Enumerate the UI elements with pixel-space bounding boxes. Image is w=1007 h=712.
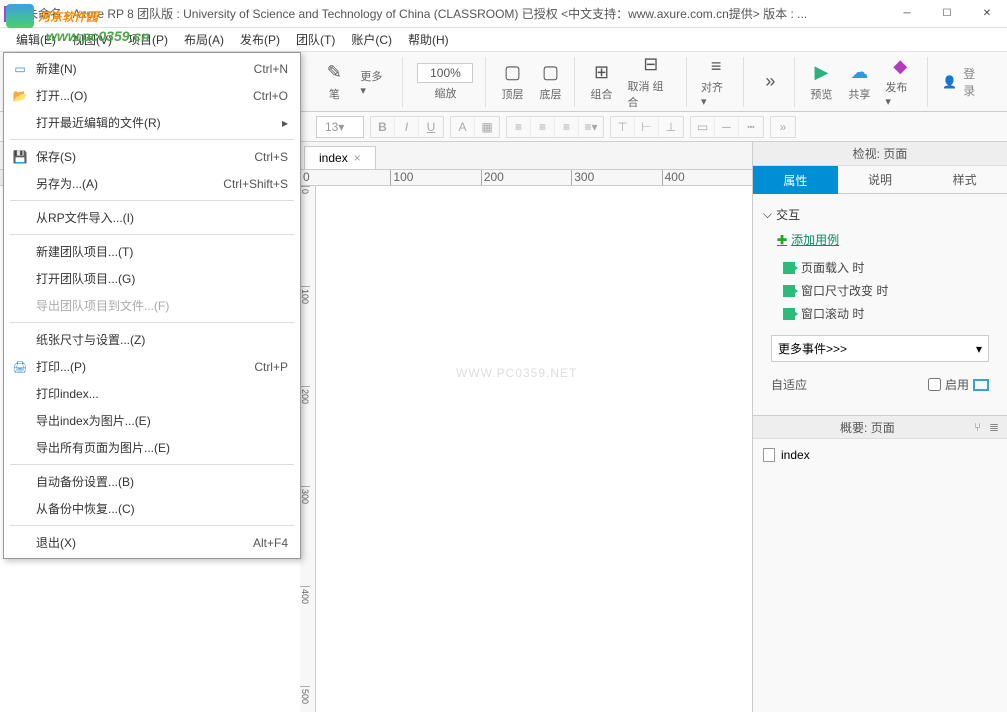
send-back-button[interactable]: ▢底层 <box>532 60 568 104</box>
event-window-resize[interactable]: 窗口尺寸改变 时 <box>763 279 997 302</box>
valign-bot-button[interactable]: ⊥ <box>659 117 683 137</box>
fill-color-button[interactable]: ▦ <box>475 117 499 137</box>
tab-style[interactable]: 样式 <box>922 166 1007 194</box>
add-case-link[interactable]: ✚添加用例 <box>763 227 997 256</box>
sort-icon[interactable]: ≣ <box>989 420 999 434</box>
close-tab-icon[interactable]: × <box>354 151 361 165</box>
format-overflow-button[interactable]: » <box>771 117 795 137</box>
ruler-vertical: 0100200300400500 <box>300 186 316 712</box>
file-menu-item[interactable]: 自动备份设置...(B) <box>6 468 298 495</box>
page-icon <box>763 448 775 462</box>
valign-top-button[interactable]: ⊤ <box>611 117 635 137</box>
file-menu-item[interactable]: 另存为...(A)Ctrl+Shift+S <box>6 170 298 197</box>
file-menu-item[interactable]: 导出index为图片...(E) <box>6 407 298 434</box>
menu-edit[interactable]: 编辑(E) <box>8 28 64 51</box>
inspector-body: ⌵交互 ✚添加用例 页面载入 时 窗口尺寸改变 时 窗口滚动 时 更多事件>>>… <box>753 194 1007 415</box>
inspector-header: 检视: 页面 <box>753 142 1007 166</box>
event-icon <box>783 308 795 320</box>
event-icon <box>783 285 795 297</box>
align-more-button[interactable]: ≡▾ <box>579 117 603 137</box>
outline-item-index[interactable]: index <box>763 445 997 465</box>
event-page-load[interactable]: 页面载入 时 <box>763 256 997 279</box>
file-menu-item[interactable]: 💾保存(S)Ctrl+S <box>6 143 298 170</box>
file-menu-item[interactable]: 打开团队项目...(G) <box>6 265 298 292</box>
file-menu-item[interactable]: 纸张尺寸与设置...(Z) <box>6 326 298 353</box>
publish-button[interactable]: ◆发布 ▾ <box>879 53 921 110</box>
user-icon: 👤 <box>942 75 957 89</box>
inspector-panel: 检视: 页面 属性 说明 样式 ⌵交互 ✚添加用例 页面载入 时 窗口尺寸改变 … <box>752 142 1007 712</box>
window-controls: ─ ☐ ✕ <box>887 0 1007 28</box>
minimize-button[interactable]: ─ <box>887 0 927 28</box>
preview-button[interactable]: ▶预览 <box>803 60 839 104</box>
underline-button[interactable]: U <box>419 117 443 137</box>
menu-project[interactable]: 项目(P) <box>120 28 176 51</box>
menu-view[interactable]: 视图(V) <box>64 28 120 51</box>
menu-layout[interactable]: 布局(A) <box>176 28 232 51</box>
adaptive-icon <box>973 379 989 391</box>
share-button[interactable]: ☁共享 <box>841 60 877 104</box>
more-arrow-button[interactable]: » <box>752 69 788 95</box>
filter-icon[interactable]: ⑂ <box>974 420 981 434</box>
close-button[interactable]: ✕ <box>967 0 1007 28</box>
menu-account[interactable]: 账户(C) <box>343 28 400 51</box>
outline-header: 概要: 页面 ⑂ ≣ <box>753 415 1007 439</box>
more-tools-button[interactable]: 更多 ▾ <box>354 64 396 99</box>
group-button[interactable]: ⊞组合 <box>583 60 619 104</box>
more-events-dropdown[interactable]: 更多事件>>>▾ <box>771 335 989 362</box>
canvas-watermark: WWW.PC0359.NET <box>456 366 577 380</box>
file-menu-item[interactable]: 打开最近编辑的文件(R)▸ <box>6 109 298 136</box>
menu-team[interactable]: 团队(T) <box>288 28 343 51</box>
interactions-section[interactable]: ⌵交互 <box>763 202 997 227</box>
event-icon <box>783 262 795 274</box>
outline-body: index <box>753 439 1007 712</box>
file-menu-item[interactable]: ▭新建(N)Ctrl+N <box>6 55 298 82</box>
menu-help[interactable]: 帮助(H) <box>400 28 457 51</box>
file-menu-item[interactable]: 退出(X)Alt+F4 <box>6 529 298 556</box>
file-menu-item[interactable]: 导出所有页面为图片...(E) <box>6 434 298 461</box>
menu-bar: 编辑(E) 视图(V) 项目(P) 布局(A) 发布(P) 团队(T) 账户(C… <box>0 28 1007 52</box>
bring-front-button[interactable]: ▢顶层 <box>494 60 530 104</box>
pen-tool-button[interactable]: ✎笔 <box>316 60 352 104</box>
tab-properties[interactable]: 属性 <box>753 166 838 194</box>
file-menu-dropdown: ▭新建(N)Ctrl+N📂打开...(O)Ctrl+O打开最近编辑的文件(R)▸… <box>3 52 301 559</box>
valign-mid-button[interactable]: ⊢ <box>635 117 659 137</box>
zoom-control[interactable]: 100% 缩放 <box>411 61 479 103</box>
login-button[interactable]: 👤 登录 <box>932 61 997 103</box>
italic-button[interactable]: I <box>395 117 419 137</box>
menu-publish[interactable]: 发布(P) <box>232 28 288 51</box>
align-left-button[interactable]: ≡ <box>507 117 531 137</box>
border-style-button[interactable]: ┅ <box>739 117 763 137</box>
align-button[interactable]: ≡对齐 ▾ <box>695 53 737 110</box>
file-menu-item[interactable]: 从备份中恢复...(C) <box>6 495 298 522</box>
file-menu-item[interactable]: 打印index... <box>6 380 298 407</box>
file-menu-item[interactable]: 🖨打印...(P)Ctrl+P <box>6 353 298 380</box>
title-bar: 未命名 - Axure RP 8 团队版 : University of Sci… <box>0 0 1007 28</box>
text-color-button[interactable]: A <box>451 117 475 137</box>
ungroup-button[interactable]: ⊟取消 组合 <box>621 52 680 112</box>
align-right-button[interactable]: ≡ <box>555 117 579 137</box>
bold-button[interactable]: B <box>371 117 395 137</box>
border-width-button[interactable]: ─ <box>715 117 739 137</box>
tab-notes[interactable]: 说明 <box>838 166 923 194</box>
file-menu-item[interactable]: 新建团队项目...(T) <box>6 238 298 265</box>
page-tab-index[interactable]: index × <box>304 146 376 169</box>
window-title: 未命名 - Axure RP 8 团队版 : University of Sci… <box>26 5 887 22</box>
border-color-button[interactable]: ▭ <box>691 117 715 137</box>
size-select[interactable]: 13 ▾ <box>316 116 364 138</box>
canvas[interactable]: WWW.PC0359.NET <box>316 186 752 712</box>
event-window-scroll[interactable]: 窗口滚动 时 <box>763 302 997 325</box>
align-center-button[interactable]: ≡ <box>531 117 555 137</box>
adaptive-row: 自适应 启用 <box>771 376 989 393</box>
file-menu-item: 导出团队项目到文件...(F) <box>6 292 298 319</box>
enable-adaptive-checkbox[interactable]: 启用 <box>928 376 989 393</box>
maximize-button[interactable]: ☐ <box>927 0 967 28</box>
file-menu-item[interactable]: 📂打开...(O)Ctrl+O <box>6 82 298 109</box>
inspector-tabs: 属性 说明 样式 <box>753 166 1007 194</box>
file-menu-item[interactable]: 从RP文件导入...(I) <box>6 204 298 231</box>
app-icon <box>4 6 20 22</box>
